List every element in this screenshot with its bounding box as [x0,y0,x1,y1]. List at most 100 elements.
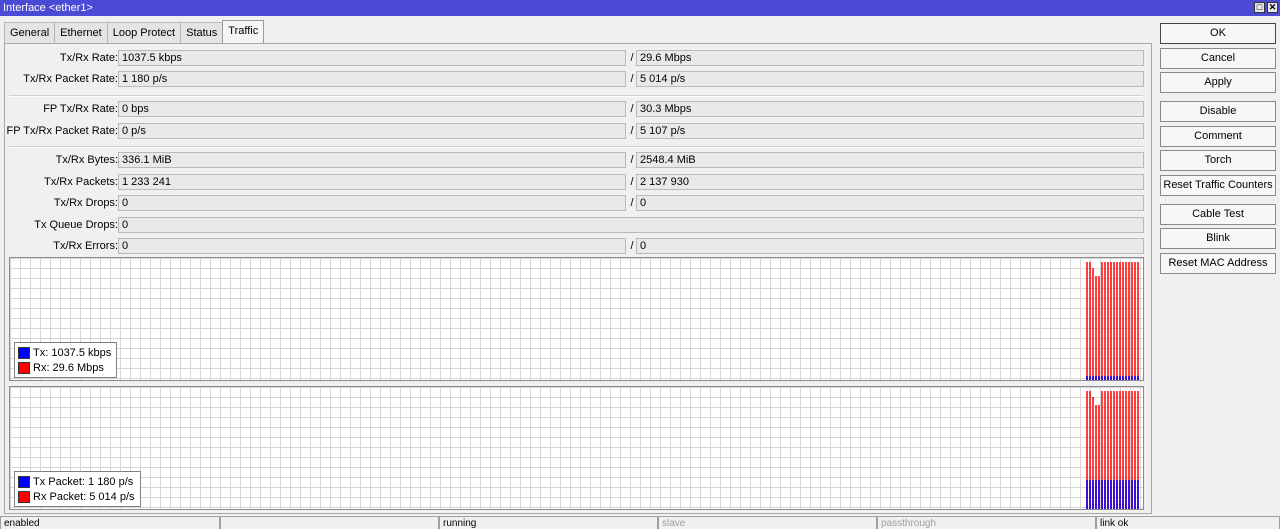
tx-bar [1092,376,1094,380]
rx-color-swatch [18,490,30,503]
tx-rx-packets-row: Tx/Rx Packets: 1 233 241 / 2 137 930 [5,174,1145,190]
blink-button[interactable]: Blink [1160,228,1276,249]
rx-drops-field: 0 [636,195,1144,211]
tx-bar [1110,376,1112,380]
tx-rx-drops-label: Tx/Rx Drops: [53,197,118,209]
tab-status[interactable]: Status [180,22,224,44]
tx-rx-packet-rate-row: Tx/Rx Packet Rate: 1 180 p/s / 5 014 p/s [5,71,1145,87]
tx-bar [1095,480,1097,509]
tx-color-swatch [18,475,30,488]
rx-bar [1131,262,1133,380]
tab-loop-protect[interactable]: Loop Protect [106,22,182,44]
tx-bar [1107,480,1109,509]
tx-bar [1134,376,1136,380]
rx-bytes-field: 2548.4 MiB [636,152,1144,168]
tx-bar [1116,480,1118,509]
status-passthrough: passthrough [877,516,1096,529]
legend-rx-label: Rx: 29.6 Mbps [33,361,104,374]
tx-rx-errors-row: Tx/Rx Errors: 0 / 0 [5,238,1145,254]
tx-bar [1089,376,1091,380]
traffic-rate-bars [1086,262,1139,380]
fp-tx-rx-packet-rate-row: FP Tx/Rx Packet Rate: 0 p/s / 5 107 p/s [5,123,1145,139]
rx-bar [1092,268,1094,380]
cancel-button[interactable]: Cancel [1160,48,1276,69]
tx-bar [1128,480,1130,509]
tx-bar [1131,480,1133,509]
tx-bar [1098,376,1100,380]
tx-bar [1119,480,1121,509]
legend-rx: Rx: 29.6 Mbps [18,360,111,375]
fp-tx-packet-rate-field: 0 p/s [118,123,626,139]
rx-packets-field: 2 137 930 [636,174,1144,190]
status-bar: enabled running slave passthrough link o… [0,516,1280,529]
tx-bar [1116,376,1118,380]
rx-bar [1119,262,1121,380]
tx-bar [1119,376,1121,380]
tx-bar [1137,376,1139,380]
rx-bar [1125,262,1127,380]
legend-tx: Tx: 1037.5 kbps [18,345,111,360]
tx-color-swatch [18,346,30,359]
tx-rx-rate-row: Tx/Rx Rate: 1037.5 kbps / 29.6 Mbps [5,50,1145,66]
rx-bar [1089,262,1091,380]
tx-bar [1122,480,1124,509]
status-enabled: enabled [0,516,220,529]
tx-bar [1092,480,1094,509]
tx-rx-bytes-row: Tx/Rx Bytes: 336.1 MiB / 2548.4 MiB [5,152,1145,168]
status-running: running [439,516,658,529]
tx-errors-field: 0 [118,238,626,254]
ok-button[interactable]: OK [1160,23,1276,44]
tx-drops-field: 0 [118,195,626,211]
tx-rx-rate-label: Tx/Rx Rate: [59,52,118,64]
status-slave: slave [658,516,877,529]
apply-button[interactable]: Apply [1160,72,1276,93]
rx-bar [1116,262,1118,380]
tab-ethernet[interactable]: Ethernet [54,22,108,44]
fp-tx-rx-packet-rate-label: FP Tx/Rx Packet Rate: [6,125,118,137]
tx-queue-drops-label: Tx Queue Drops: [34,219,118,231]
tx-rate-field: 1037.5 kbps [118,50,626,66]
fp-rx-packet-rate-field: 5 107 p/s [636,123,1144,139]
tx-rx-packets-label: Tx/Rx Packets: [44,176,118,188]
tx-bar [1125,376,1127,380]
status-blank [220,516,439,529]
tx-rx-bytes-label: Tx/Rx Bytes: [55,154,118,166]
rx-bar [1128,262,1130,380]
divider [9,146,1143,148]
tab-general[interactable]: General [4,22,56,44]
rx-rate-field: 29.6 Mbps [636,50,1144,66]
tx-rx-drops-row: Tx/Rx Drops: 0 / 0 [5,195,1145,211]
cable-test-button[interactable]: Cable Test [1160,204,1276,225]
rx-errors-field: 0 [636,238,1144,254]
tx-bar [1128,376,1130,380]
tx-bar [1134,480,1136,509]
rx-bar [1095,276,1097,380]
tx-bar [1104,480,1106,509]
reset-mac-address-button[interactable]: Reset MAC Address [1160,253,1276,274]
comment-button[interactable]: Comment [1160,126,1276,147]
disable-button[interactable]: Disable [1160,101,1276,122]
torch-button[interactable]: Torch [1160,150,1276,171]
packet-rate-legend: Tx Packet: 1 180 p/s Rx Packet: 5 014 p/… [14,471,141,507]
maximize-icon[interactable]: □ [1254,2,1265,13]
divider [9,95,1143,97]
tx-bar [1113,480,1115,509]
rx-bar [1113,262,1115,380]
window-title: Interface <ether1> [3,2,93,14]
tx-queue-drops-field: 0 [118,217,1144,233]
close-icon[interactable]: ✕ [1267,2,1278,13]
rx-bar [1110,262,1112,380]
legend-rx-packet: Rx Packet: 5 014 p/s [18,489,135,504]
tx-bar [1101,376,1103,380]
tx-rx-errors-label: Tx/Rx Errors: [53,240,118,252]
rx-bar [1101,262,1103,380]
rx-bar [1086,262,1088,380]
tx-bar [1122,376,1124,380]
tx-bar [1098,480,1100,509]
rx-bar [1137,262,1139,380]
reset-traffic-counters-button[interactable]: Reset Traffic Counters [1160,175,1276,196]
tab-traffic[interactable]: Traffic [222,20,265,43]
tx-bar [1107,376,1109,380]
tx-rx-packet-rate-label: Tx/Rx Packet Rate: [23,73,118,85]
tx-bar [1086,376,1088,380]
